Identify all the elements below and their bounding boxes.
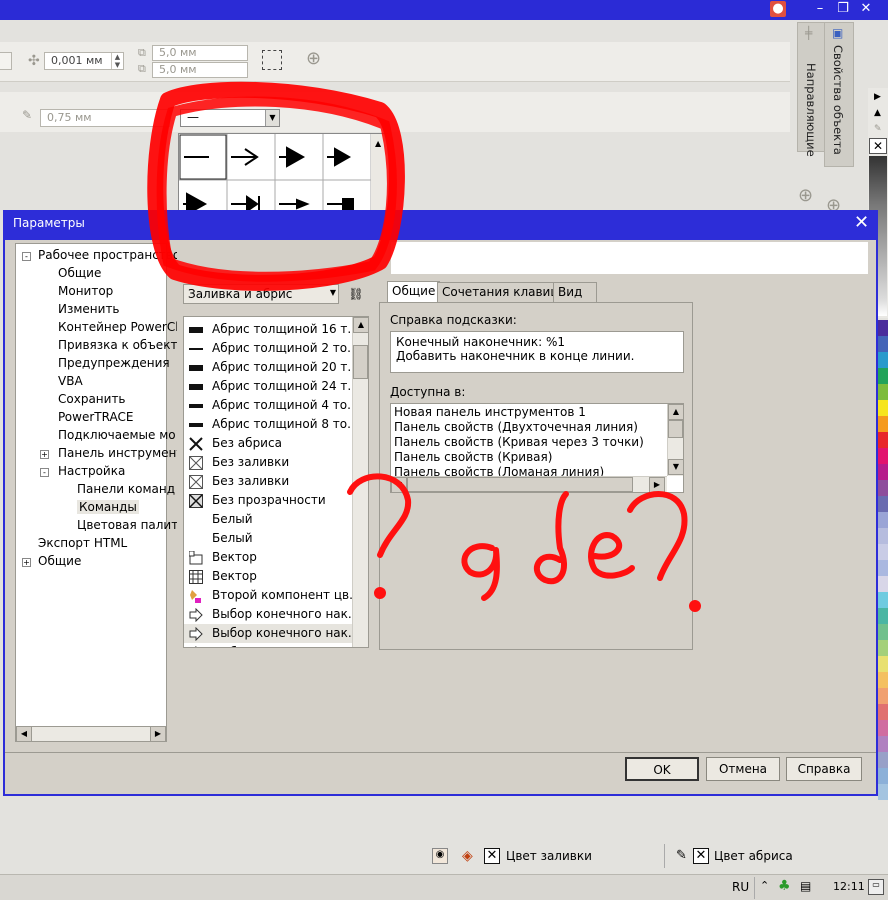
taskbar-divider: [754, 877, 755, 899]
status-bar: ◉ ◈ ✕ Цвет заливки ✎ ✕ Цвет абриса: [0, 838, 888, 874]
status-divider: [664, 844, 665, 868]
outline-color-label: Цвет абриса: [714, 849, 793, 863]
clock[interactable]: 12:11: [833, 880, 865, 893]
language-indicator[interactable]: RU: [732, 880, 749, 894]
handwritten-annotation: [147, 81, 701, 612]
display-icon[interactable]: ▤: [800, 879, 811, 893]
network-icon[interactable]: ♣: [778, 878, 791, 894]
show-hidden-icons[interactable]: ⌃: [760, 879, 769, 892]
document-palette-icon[interactable]: ◉: [432, 848, 448, 864]
outline-pen-icon: ✎: [676, 848, 687, 863]
show-desktop-icon[interactable]: ▭: [868, 879, 884, 895]
fill-bucket-icon: ◈: [462, 848, 473, 864]
outline-none-swatch[interactable]: ✕: [693, 848, 709, 864]
fill-color-label: Цвет заливки: [506, 849, 592, 863]
fill-none-swatch[interactable]: ✕: [484, 848, 500, 864]
taskbar: RU ⌃ ♣ ▤ 12:11 ▭: [0, 874, 888, 900]
